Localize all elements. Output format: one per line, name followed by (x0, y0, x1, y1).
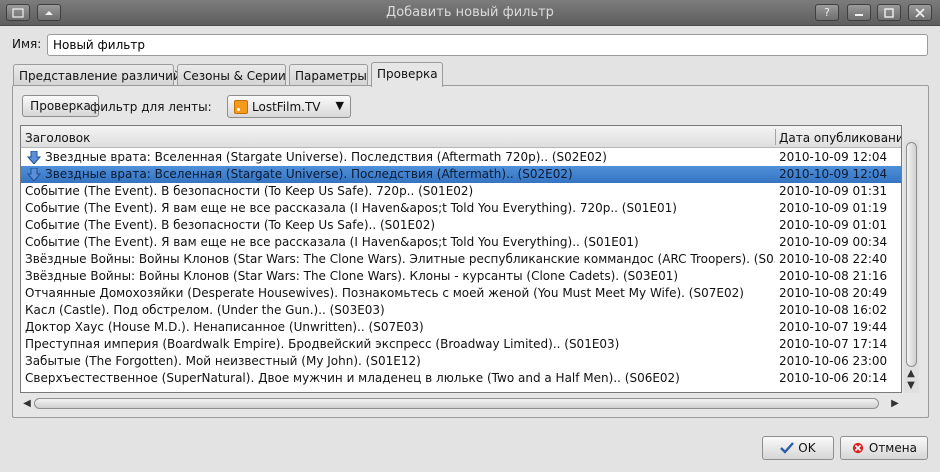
vertical-scroll-thumb[interactable] (906, 142, 917, 367)
tab-seasons-episodes[interactable]: Сезоны & Серии (177, 64, 286, 86)
column-separator[interactable] (775, 129, 776, 145)
list-rows: Звездные врата: Вселенная (Stargate Univ… (21, 149, 901, 387)
tab-check[interactable]: Проверка (371, 62, 443, 87)
list-header: Заголовок Дата опубликования (21, 126, 901, 148)
table-row[interactable]: Звёздные Войны: Войны Клонов (Star Wars:… (21, 268, 901, 285)
feed-filter-label: фильтр для ленты: (90, 100, 212, 114)
horizontal-scroll-thumb[interactable] (34, 398, 879, 409)
table-row[interactable]: Звездные врата: Вселенная (Stargate Univ… (21, 149, 901, 166)
download-arrow-icon (27, 151, 41, 164)
rss-icon (234, 100, 248, 114)
cell-title: Доктор Хаус (House M.D.). Ненаписанное (… (25, 320, 424, 334)
check-icon (780, 442, 795, 454)
table-row[interactable]: Касл (Castle). Под обстрелом. (Under the… (21, 302, 901, 319)
cell-title: Событие (The Event). В безопасности (To … (25, 184, 474, 198)
cell-title: Преступная империя (Boardwalk Empire). Б… (25, 337, 620, 351)
download-arrow-icon (27, 168, 41, 181)
column-header-title[interactable]: Заголовок (25, 131, 90, 145)
cell-title: Звёздные Войны: Войны Клонов (Star Wars:… (25, 269, 679, 283)
title-bar[interactable]: Добавить новый фильтр ? (0, 0, 940, 26)
cell-title: Звездные врата: Вселенная (Stargate Univ… (45, 150, 607, 164)
results-list[interactable]: Заголовок Дата опубликования Звездные вр… (20, 125, 902, 393)
cell-date: 2010-10-08 16:02 (779, 303, 888, 317)
dialog-window: Добавить новый фильтр ? Имя: Представлен… (0, 0, 940, 472)
cancel-icon (852, 442, 864, 454)
minimize-button[interactable] (847, 4, 871, 21)
table-row[interactable]: Событие (The Event). В безопасности (To … (21, 217, 901, 234)
scroll-up-icon[interactable]: ▲ (904, 368, 918, 380)
tab-parameters[interactable]: Параметры (289, 64, 368, 86)
table-row[interactable]: Доктор Хаус (House M.D.). Ненаписанное (… (21, 319, 901, 336)
table-row[interactable]: Преступная империя (Boardwalk Empire). Б… (21, 336, 901, 353)
cell-date: 2010-10-06 20:14 (779, 371, 888, 385)
table-row[interactable]: Звёздные Войны: Войны Клонов (Star Wars:… (21, 251, 901, 268)
cell-title: Событие (The Event). Я вам еще не все ра… (25, 235, 639, 249)
cell-date: 2010-10-06 23:00 (779, 354, 888, 368)
cell-title: Сверхъестественное (SuperNatural). Двое … (25, 371, 680, 385)
vertical-scrollbar[interactable]: ▲ ▼ (904, 140, 919, 393)
minimize-icon (855, 14, 863, 16)
cell-date: 2010-10-09 01:19 (779, 201, 888, 215)
table-row[interactable]: Событие (The Event). Я вам еще не все ра… (21, 200, 901, 217)
cell-date: 2010-10-09 12:04 (779, 167, 888, 181)
table-row[interactable]: Звездные врата: Вселенная (Stargate Univ… (21, 166, 901, 183)
table-row[interactable]: Событие (The Event). В безопасности (To … (21, 183, 901, 200)
scroll-down-icon[interactable]: ▼ (904, 380, 918, 392)
cell-title: Касл (Castle). Под обстрелом. (Under the… (25, 303, 385, 317)
ok-button[interactable]: OK (762, 436, 834, 460)
cancel-button[interactable]: Отмена (840, 436, 928, 460)
cell-date: 2010-10-09 01:31 (779, 184, 888, 198)
cell-title: Звездные врата: Вселенная (Stargate Univ… (45, 167, 573, 181)
cell-title: Забытые (The Forgotten). Мой неизвестный… (25, 354, 421, 368)
cell-date: 2010-10-09 00:34 (779, 235, 888, 249)
cell-date: 2010-10-09 12:04 (779, 150, 888, 164)
close-icon (915, 8, 925, 18)
feed-select[interactable]: LostFilm.TV ▼ (227, 95, 351, 118)
close-button[interactable] (908, 4, 932, 21)
scroll-right-icon[interactable]: ▶ (888, 398, 902, 410)
cell-title: Событие (The Event). Я вам еще не все ра… (25, 201, 677, 215)
cell-title: Событие (The Event). В безопасности (To … (25, 218, 436, 232)
cell-date: 2010-10-09 01:01 (779, 218, 888, 232)
horizontal-scrollbar[interactable]: ◀ ▶ (20, 396, 902, 411)
cell-date: 2010-10-08 20:49 (779, 286, 888, 300)
ok-label: OK (798, 441, 816, 455)
cell-date: 2010-10-07 19:44 (779, 320, 888, 334)
help-button[interactable]: ? (815, 4, 839, 21)
tab-diff-view[interactable]: Представление различий (13, 64, 181, 86)
cell-date: 2010-10-08 21:16 (779, 269, 888, 283)
feed-select-value: LostFilm.TV (252, 100, 321, 114)
name-row: Имя: (10, 34, 930, 56)
table-row[interactable]: Отчаянные Домохозяйки (Desperate Housewi… (21, 285, 901, 302)
maximize-icon (884, 8, 894, 18)
cell-title: Звёздные Войны: Войны Клонов (Star Wars:… (25, 252, 775, 266)
name-input[interactable] (47, 34, 928, 56)
table-row[interactable]: Сверхъестественное (SuperNatural). Двое … (21, 370, 901, 387)
maximize-button[interactable] (877, 4, 901, 21)
cancel-label: Отмена (868, 441, 917, 455)
check-button[interactable]: Проверка (22, 95, 99, 117)
table-row[interactable]: Забытые (The Forgotten). Мой неизвестный… (21, 353, 901, 370)
cell-date: 2010-10-07 17:14 (779, 337, 888, 351)
name-label: Имя: (12, 37, 42, 51)
chevron-down-icon: ▼ (335, 99, 344, 112)
window-title: Добавить новый фильтр (386, 5, 554, 20)
scroll-left-icon[interactable]: ◀ (20, 398, 34, 410)
table-row[interactable]: Событие (The Event). Я вам еще не все ра… (21, 234, 901, 251)
cell-title: Отчаянные Домохозяйки (Desperate Housewi… (25, 286, 744, 300)
cell-date: 2010-10-08 22:40 (779, 252, 888, 266)
column-header-date[interactable]: Дата опубликования (779, 131, 901, 145)
